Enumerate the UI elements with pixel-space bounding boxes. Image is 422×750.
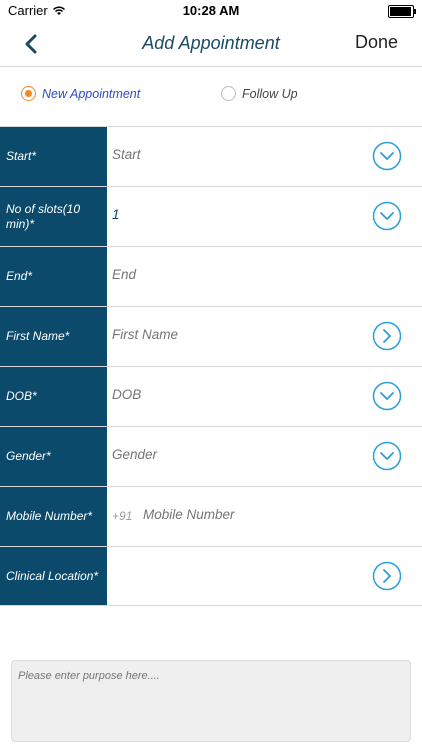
mobile-number-field[interactable]: [143, 507, 383, 522]
dob-field[interactable]: [112, 387, 352, 402]
chevron-down-icon[interactable]: [372, 141, 402, 171]
field-label: Clinical Location*: [0, 547, 107, 605]
chevron-right-icon[interactable]: [372, 321, 402, 351]
field-label: No of slots(10 min)*: [0, 187, 107, 246]
battery-icon: [388, 5, 416, 18]
appointment-form: Start* No of slots(10 min)* 1 End* First…: [0, 126, 422, 606]
radio-follow-up[interactable]: Follow Up: [221, 86, 298, 101]
form-row-end: End*: [0, 246, 422, 306]
chevron-down-icon[interactable]: [372, 201, 402, 231]
form-row-gender: Gender*: [0, 426, 422, 486]
purpose-textarea[interactable]: [11, 660, 411, 742]
status-bar: Carrier 10:28 AM: [0, 0, 422, 22]
radio-unselected-icon: [221, 86, 236, 101]
field-label: Gender*: [0, 427, 107, 486]
slots-field[interactable]: 1: [112, 207, 352, 222]
form-row-slots: No of slots(10 min)* 1: [0, 186, 422, 246]
chevron-right-icon[interactable]: [372, 561, 402, 591]
appointment-type-selector: New Appointment Follow Up: [0, 80, 422, 110]
field-label: Mobile Number*: [0, 487, 107, 546]
gender-field[interactable]: [112, 447, 352, 462]
radio-label: Follow Up: [242, 86, 298, 101]
chevron-down-icon[interactable]: [372, 441, 402, 471]
radio-new-appointment[interactable]: New Appointment: [21, 86, 140, 101]
country-code-prefix: +91: [112, 509, 133, 523]
field-label: End*: [0, 247, 107, 306]
chevron-down-icon[interactable]: [372, 381, 402, 411]
field-label: DOB*: [0, 367, 107, 426]
start-field[interactable]: [112, 147, 352, 162]
navigation-bar: Add Appointment Done: [0, 22, 422, 67]
form-row-start: Start*: [0, 126, 422, 186]
field-label: First Name*: [0, 307, 107, 366]
radio-label: New Appointment: [42, 86, 141, 101]
field-label: Start*: [0, 127, 107, 186]
form-row-dob: DOB*: [0, 366, 422, 426]
form-row-first-name: First Name*: [0, 306, 422, 366]
status-time: 10:28 AM: [182, 3, 240, 18]
end-field[interactable]: [112, 267, 352, 282]
form-row-mobile: Mobile Number* +91: [0, 486, 422, 546]
done-button[interactable]: Done: [355, 32, 398, 53]
first-name-field[interactable]: [112, 327, 352, 342]
form-row-clinical-location: Clinical Location*: [0, 546, 422, 606]
radio-selected-icon: [21, 86, 36, 101]
